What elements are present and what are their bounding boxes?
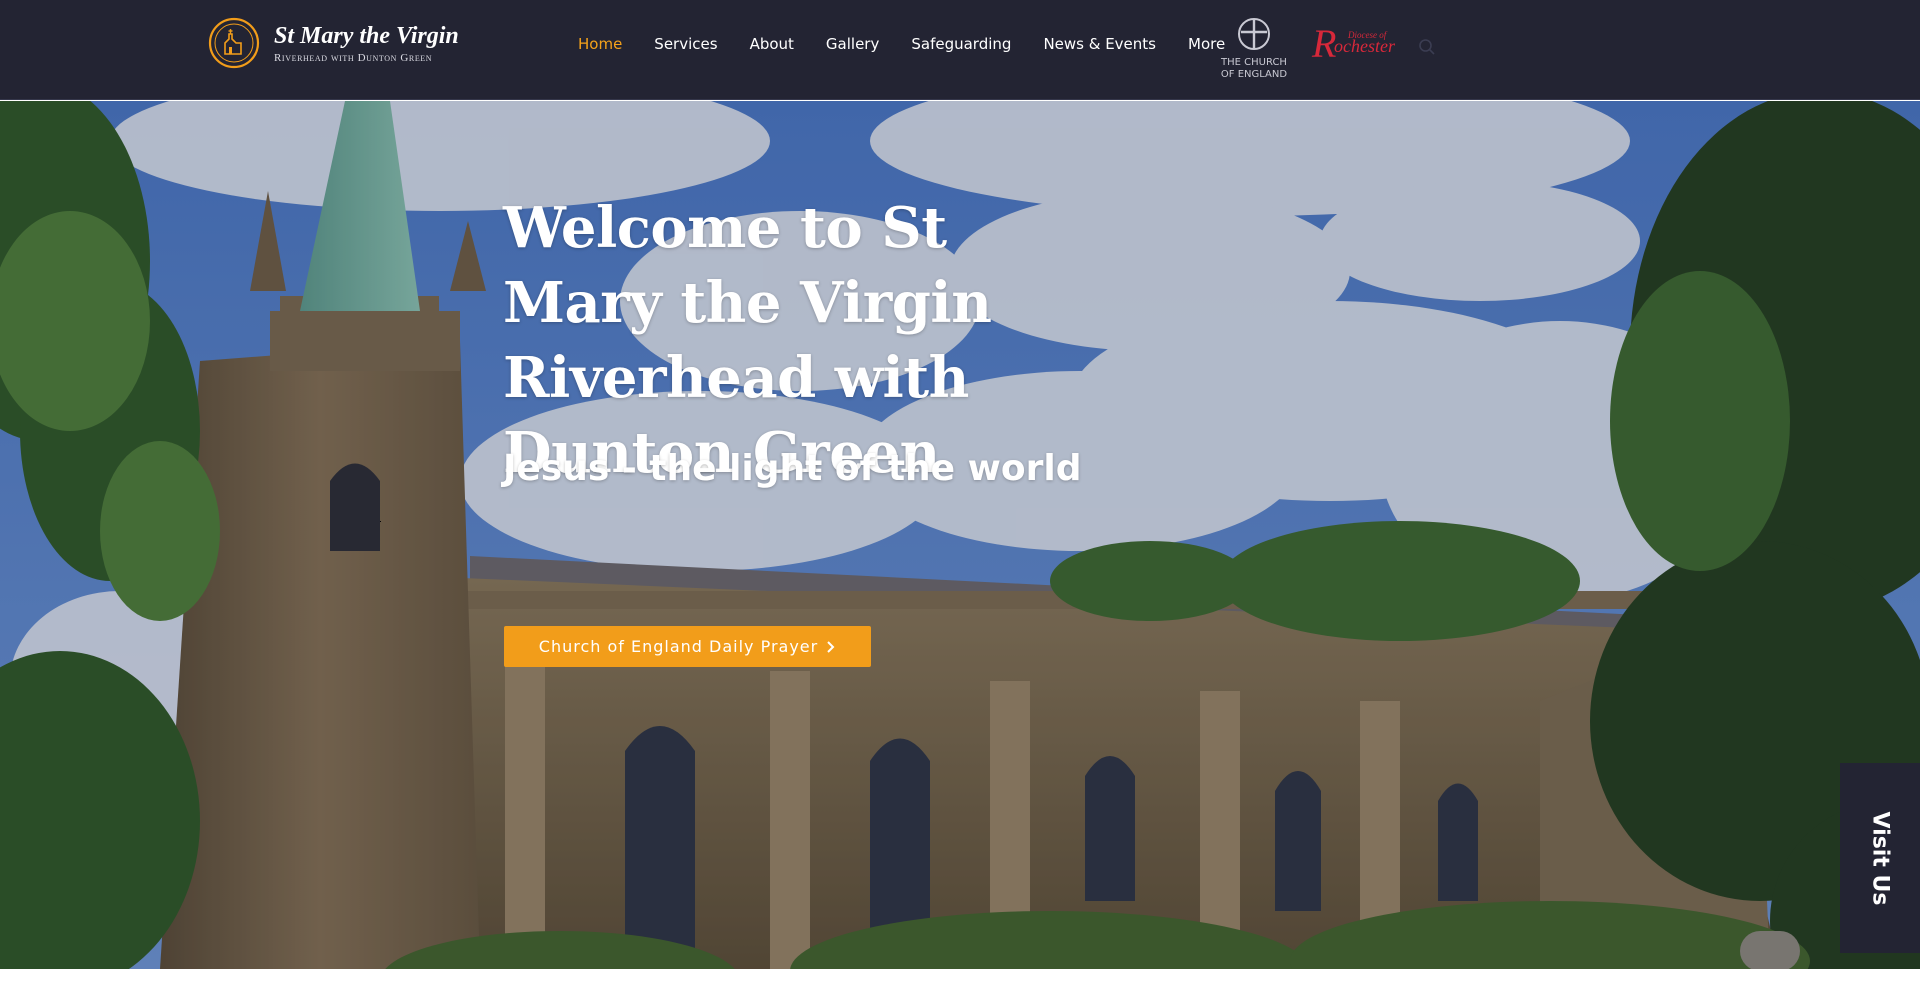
- site-name: St Mary the Virgin: [274, 23, 459, 49]
- brand-text: St Mary the Virgin Riverhead with Dunton…: [274, 22, 459, 64]
- diocese-initial: R: [1312, 21, 1337, 66]
- hero: Welcome to St Mary the Virgin Riverhead …: [0, 101, 1920, 969]
- coe-line-2: OF ENGLAND: [1220, 69, 1288, 80]
- hero-subtitle: Jesus - the light of the world: [503, 448, 1082, 489]
- hero-title: Welcome to St Mary the Virgin Riverhead …: [503, 195, 992, 486]
- site-header: St Mary the Virgin Riverhead with Dunton…: [0, 0, 1920, 100]
- visit-us-tab[interactable]: Visit Us: [1840, 763, 1920, 953]
- nav-item-home[interactable]: Home: [578, 35, 622, 53]
- coe-line-1: THE CHURCH: [1221, 57, 1287, 68]
- page-bottom-strip: [0, 969, 1920, 993]
- nav-item-gallery[interactable]: Gallery: [826, 35, 879, 53]
- nav-item-services[interactable]: Services: [654, 35, 717, 53]
- chevron-right-icon: [827, 640, 835, 653]
- brand[interactable]: St Mary the Virgin Riverhead with Dunton…: [208, 17, 459, 69]
- search-icon[interactable]: [1418, 38, 1436, 56]
- visit-us-label: Visit Us: [1867, 811, 1893, 905]
- main-nav: Home Services About Gallery Safeguarding…: [562, 35, 1241, 53]
- nav-item-news-events[interactable]: News & Events: [1043, 35, 1156, 53]
- daily-prayer-label: Church of England Daily Prayer: [538, 637, 819, 656]
- church-of-england-logo[interactable]: THE CHURCH OF ENGLAND: [1218, 17, 1290, 80]
- church-seal-icon: [208, 17, 260, 69]
- site-subtitle: Riverhead with Dunton Green: [274, 52, 433, 64]
- diocese-of-rochester-logo[interactable]: Diocese of R ochester: [1312, 22, 1402, 66]
- diocese-word: ochester: [1334, 36, 1395, 56]
- nav-item-about[interactable]: About: [750, 35, 794, 53]
- daily-prayer-button[interactable]: Church of England Daily Prayer: [504, 626, 871, 667]
- nav-item-safeguarding[interactable]: Safeguarding: [911, 35, 1011, 53]
- cross-in-circle-icon: [1238, 18, 1270, 50]
